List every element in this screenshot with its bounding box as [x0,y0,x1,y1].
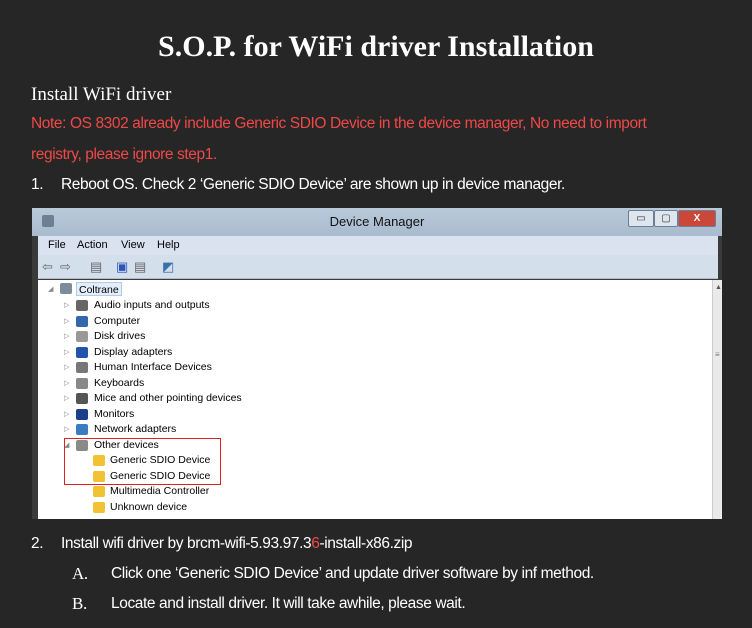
substep-text: Locate and install driver. It will take … [111,595,466,612]
step-text: Install wifi driver by brcm-wifi-5.93.97… [61,535,413,553]
note-line-1: Note: OS 8302 already include Generic SD… [31,115,647,132]
tree-device[interactable]: Multimedia Controller [110,484,209,498]
update-icon: ▤ [134,259,147,274]
substep-letter: B. [72,594,87,613]
tree-category[interactable]: Monitors [94,407,134,421]
substep-a: A. Click one ‘Generic SDIO Device’ and u… [0,564,752,585]
menu-bar: File Action View Help [38,236,718,255]
step-number: 2. [31,535,44,552]
category-icon [76,315,88,327]
substep-text: Click one ‘Generic SDIO Device’ and upda… [111,565,594,582]
tree-category[interactable]: Display adapters [94,345,172,359]
category-icon [76,300,88,311]
step-text: Reboot OS. Check 2 ‘Generic SDIO Device’… [61,176,565,193]
warning-device-icon [93,501,105,513]
step-1: 1. Reboot OS. Check 2 ‘Generic SDIO Devi… [0,176,752,196]
forward-icon: ⇨ [60,259,71,274]
close-button: X [678,210,716,227]
menu-help: Help [157,239,180,251]
help-icon: ▣ [116,259,129,274]
step-text-pre: Install wifi driver by brcm-wifi-5.93.97… [61,535,312,552]
substep-letter: A. [72,564,88,583]
page-title: S.O.P. for WiFi driver Installation [158,30,594,63]
tree-category[interactable]: Network adapters [94,422,176,436]
category-icon [76,331,88,342]
category-icon [76,408,88,420]
step-2: 2. Install wifi driver by brcm-wifi-5.93… [0,535,752,555]
menu-action: Action [77,239,108,251]
category-icon [76,393,88,404]
window-title: Device Manager [329,214,425,229]
step-number: 1. [31,176,44,193]
back-icon: ⇦ [42,259,53,274]
tree-category[interactable]: Audio inputs and outputs [94,298,210,312]
menu-file: File [48,239,66,251]
device-manager-screenshot: Device Manager ▭ ▢ X File Action View He… [32,208,722,519]
device-tree: ◢ Coltrane ▷ Audio inputs and outputs ▷ Com… [38,280,712,519]
tree-category[interactable]: Mice and other pointing devices [94,391,242,405]
tree-device[interactable]: Unknown device [110,500,187,514]
tree-category[interactable]: Computer [94,314,140,328]
note-line-2: registry, please ignore step1. [31,146,217,163]
tree-category[interactable]: Disk drives [94,329,145,343]
category-icon [76,362,88,373]
window-titlebar: Device Manager ▭ ▢ X [32,208,722,236]
substep-b: B. Locate and install driver. It will ta… [0,594,752,615]
category-icon [76,424,88,435]
properties-icon: ▤ [90,259,103,274]
scan-icon: ◩ [162,259,175,274]
minimize-button: ▭ [628,210,654,227]
highlight-box [64,438,221,485]
tree-category[interactable]: Keyboards [94,376,144,390]
warning-device-icon [93,486,105,497]
maximize-button: ▢ [654,210,678,227]
category-icon [76,377,88,389]
tree-root: Coltrane [76,282,122,296]
scrollbar: ▲ ≡ [712,280,722,519]
computer-icon [60,283,72,294]
menu-view: View [121,239,145,251]
category-icon [76,346,88,358]
toolbar: ⇦ ⇨ ▤ ▣ ▤ ◩ [38,255,718,279]
step-text-post: -install-x86.zip [319,535,413,552]
section-heading: Install WiFi driver [31,84,172,105]
tree-category[interactable]: Human Interface Devices [94,360,212,374]
